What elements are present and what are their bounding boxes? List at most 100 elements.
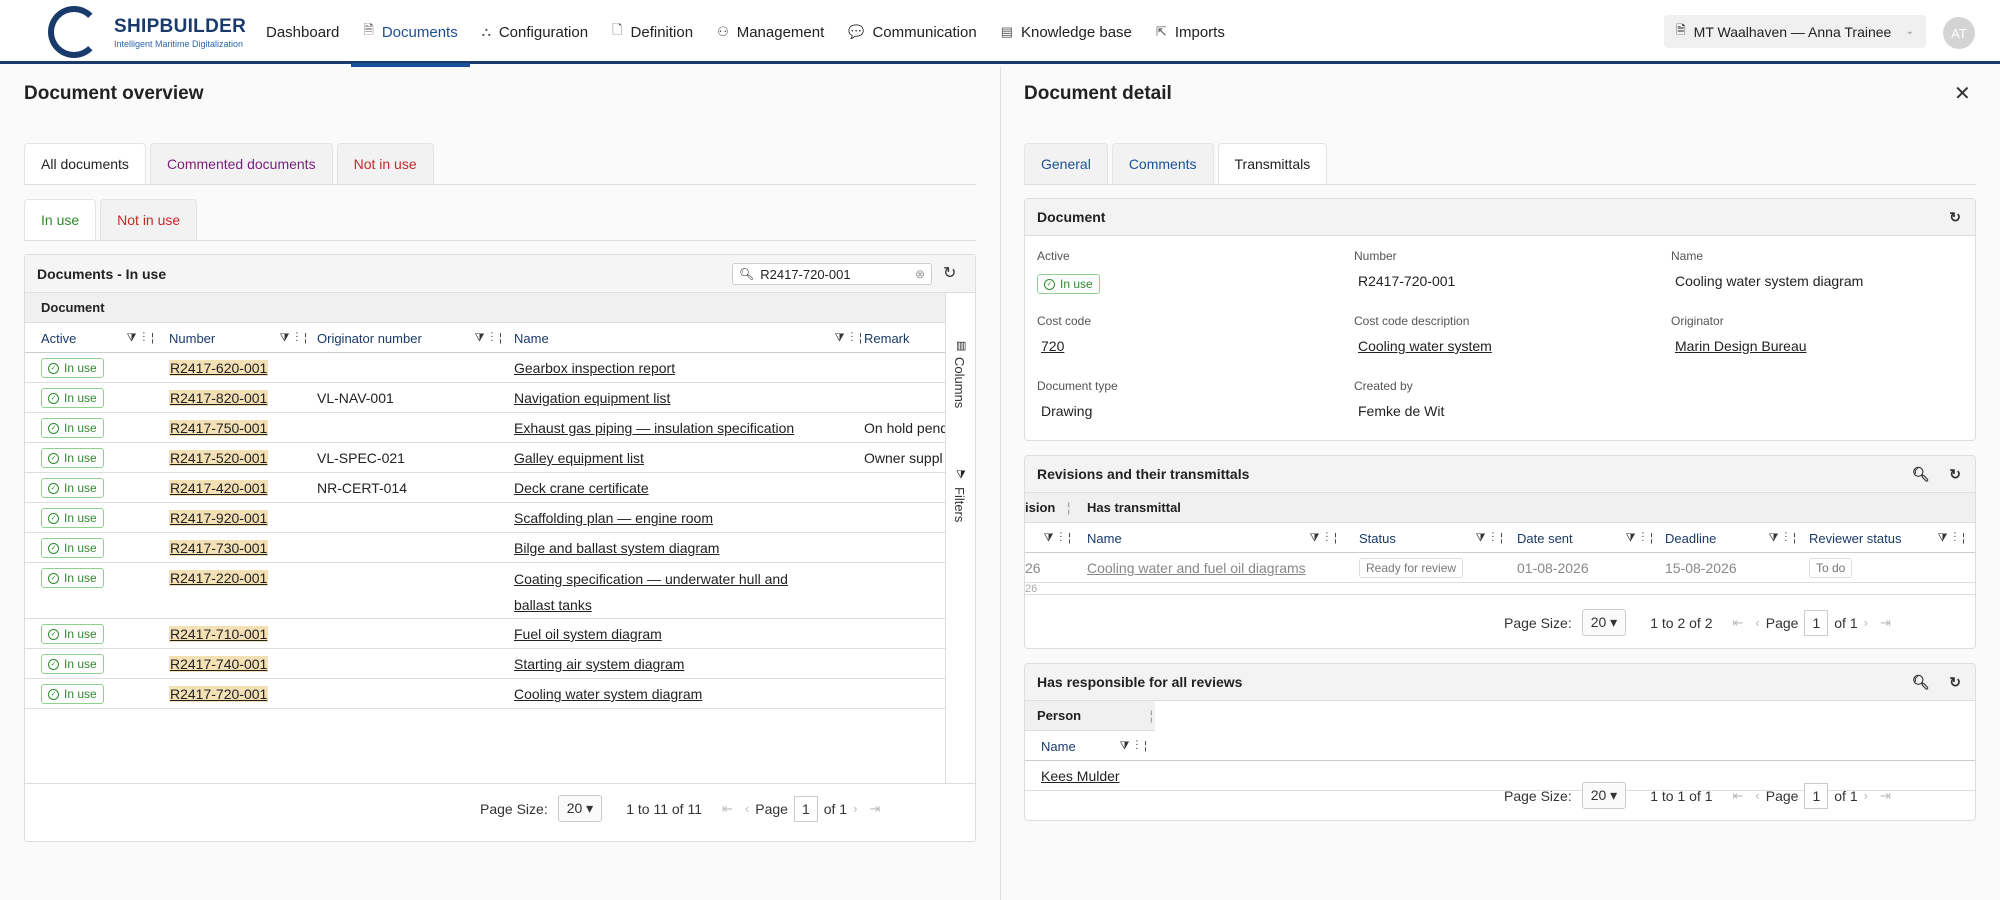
- cost-code-description-link[interactable]: Cooling water system: [1358, 338, 1492, 354]
- table-row[interactable]: ✓ In use R2417-620-001 Gearbox inspection r…: [25, 353, 945, 383]
- table-row[interactable]: ✓ In use R2417-710-001 Fuel oil system diag…: [25, 619, 945, 649]
- document-number-link[interactable]: R2417-750-001: [169, 420, 269, 436]
- tab-commented-documents[interactable]: Commented documents: [149, 143, 333, 184]
- next-page-icon[interactable]: ›: [1864, 615, 1868, 630]
- nav-imports[interactable]: ⇱ Imports: [1144, 0, 1237, 64]
- refresh-icon[interactable]: ↻: [1949, 674, 1961, 690]
- column-header-active[interactable]: Active ⧩⋮¦: [41, 323, 166, 353]
- document-number-link[interactable]: R2417-420-001: [169, 480, 269, 496]
- filter-menu-icons[interactable]: ⧩⋮¦: [835, 332, 868, 345]
- page-number-input[interactable]: 1: [1804, 609, 1829, 636]
- ship-selector[interactable]: 🗎 MT Waalhaven — Anna Trainee ⌄: [1664, 15, 1926, 48]
- table-row[interactable]: ✓ In use R2417-220-001 Coating specificatio…: [25, 563, 945, 619]
- next-page-icon[interactable]: ›: [1864, 788, 1868, 803]
- tab-transmittals[interactable]: Transmittals: [1217, 143, 1328, 184]
- column-header-name[interactable]: Name ⧩⋮¦: [1041, 731, 1155, 761]
- search-icon[interactable]: 🔍︎: [1912, 674, 1930, 690]
- nav-configuration[interactable]: ⛬ Configuration: [470, 0, 600, 64]
- filter-menu-icons[interactable]: ⧩⋮¦: [1938, 532, 1971, 545]
- nav-knowledge-base[interactable]: ▤ Knowledge base: [989, 0, 1144, 64]
- first-page-icon[interactable]: ⇤: [1733, 615, 1744, 631]
- filter-menu-icons[interactable]: ⧩⋮¦: [1626, 532, 1659, 545]
- column-header-remark[interactable]: Remark: [864, 323, 944, 353]
- table-row[interactable]: ✓ In use R2417-740-001 Starting air system …: [25, 649, 945, 679]
- document-name-link[interactable]: Scaffolding plan — engine room: [514, 510, 713, 526]
- subtab-in-use[interactable]: In use: [24, 199, 97, 240]
- filter-menu-icons[interactable]: ⧩⋮¦: [1120, 740, 1153, 753]
- shipbuilder-logo[interactable]: SHIPBUILDER Intelligent Maritime Digital…: [48, 6, 248, 58]
- document-number-link[interactable]: R2417-220-001: [169, 570, 269, 586]
- transmittal-link[interactable]: Cooling water and fuel oil diagrams: [1087, 560, 1306, 576]
- document-number-link[interactable]: R2417-820-001: [169, 390, 269, 406]
- last-page-icon[interactable]: ⇥: [869, 801, 880, 817]
- document-name-link[interactable]: Exhaust gas piping — insulation specific…: [514, 420, 794, 436]
- document-number-link[interactable]: R2417-710-001: [169, 626, 269, 642]
- close-icon[interactable]: ✕: [1954, 81, 1971, 106]
- next-page-icon[interactable]: ›: [853, 801, 857, 816]
- column-header-reviewer-status[interactable]: Reviewer status ⧩⋮¦: [1809, 523, 1975, 553]
- page-size-select[interactable]: 20 ▾: [1581, 782, 1627, 809]
- prev-page-icon[interactable]: ‹: [1755, 788, 1759, 803]
- tab-comments[interactable]: Comments: [1111, 143, 1214, 184]
- document-name-link[interactable]: Starting air system diagram: [514, 656, 684, 672]
- table-row[interactable]: ✓ In use R2417-720-001 Cooling water system…: [25, 679, 945, 709]
- document-name-link[interactable]: Fuel oil system diagram: [514, 626, 662, 642]
- column-header-status[interactable]: Status ⧩⋮¦: [1359, 523, 1515, 553]
- document-name-link[interactable]: Cooling water system diagram: [514, 686, 702, 702]
- refresh-icon[interactable]: ↻: [943, 263, 956, 283]
- document-name-link[interactable]: Deck crane certificate: [514, 480, 649, 496]
- table-row[interactable]: ✓ In use R2417-520-001 VL-SPEC-021 Galley eq…: [25, 443, 945, 473]
- filter-menu-icons[interactable]: ⧩⋮¦: [280, 332, 313, 345]
- last-page-icon[interactable]: ⇥: [1880, 788, 1891, 804]
- filter-icon[interactable]: ⧩: [956, 469, 966, 482]
- column-header-deadline[interactable]: Deadline ⧩⋮¦: [1665, 523, 1808, 553]
- document-name-link[interactable]: Navigation equipment list: [514, 390, 670, 406]
- tab-general[interactable]: General: [1024, 143, 1108, 184]
- cost-code-link[interactable]: 720: [1041, 338, 1091, 354]
- nav-communication[interactable]: 💬 Communication: [836, 0, 988, 64]
- filter-menu-icons[interactable]: ⧩⋮¦: [1769, 532, 1802, 545]
- document-number-link[interactable]: R2417-720-001: [169, 686, 269, 702]
- refresh-icon[interactable]: ↻: [1949, 466, 1961, 482]
- filter-menu-icons[interactable]: ⧩⋮¦: [1310, 532, 1343, 545]
- subtab-not-in-use[interactable]: Not in use: [100, 199, 198, 240]
- tab-all-documents[interactable]: All documents: [24, 143, 146, 184]
- filter-menu-icons[interactable]: ⧩⋮¦: [127, 332, 160, 345]
- first-page-icon[interactable]: ⇤: [722, 801, 733, 817]
- last-page-icon[interactable]: ⇥: [1880, 615, 1891, 631]
- clear-icon[interactable]: ⊗: [915, 267, 925, 281]
- table-row[interactable]: ✓ In use R2417-420-001 NR-CERT-014 Deck cran…: [25, 473, 945, 503]
- document-name-link[interactable]: Bilge and ballast system diagram: [514, 540, 719, 556]
- column-header-name[interactable]: Name ⧩⋮¦: [514, 323, 874, 353]
- tab-not-in-use[interactable]: Not in use: [336, 143, 434, 184]
- column-header-number[interactable]: Number ⧩⋮¦: [169, 323, 319, 353]
- table-row[interactable]: 26 Cooling water and fuel oil diagrams R…: [1025, 553, 1975, 583]
- document-name-link[interactable]: Coating specification — underwater hull …: [514, 566, 814, 618]
- document-number-link[interactable]: R2417-740-001: [169, 656, 269, 672]
- table-row[interactable]: ✓ In use R2417-730-001 Bilge and ballast sy…: [25, 533, 945, 563]
- page-number-input[interactable]: 1: [1804, 782, 1829, 809]
- document-name-link[interactable]: Galley equipment list: [514, 450, 644, 466]
- filter-menu-icons[interactable]: ⧩⋮¦: [1044, 532, 1077, 545]
- document-name-link[interactable]: Gearbox inspection report: [514, 360, 675, 376]
- prev-page-icon[interactable]: ‹: [1755, 615, 1759, 630]
- column-header-originator-number[interactable]: Originator number ⧩⋮¦: [317, 323, 514, 353]
- page-size-select[interactable]: 20 ▾: [557, 795, 603, 822]
- document-number-link[interactable]: R2417-520-001: [169, 450, 269, 466]
- nav-management[interactable]: ⚇ Management: [705, 0, 836, 64]
- nav-dashboard[interactable]: Dashboard: [254, 0, 351, 64]
- table-row[interactable]: ✓ In use R2417-920-001 Scaffolding plan — e…: [25, 503, 945, 533]
- filter-menu-icons[interactable]: ⧩⋮¦: [1476, 532, 1509, 545]
- search-input[interactable]: 🔍︎ R2417-720-001 ⊗: [732, 263, 932, 285]
- columns-panel-toggle[interactable]: Columns: [952, 357, 967, 408]
- first-page-icon[interactable]: ⇤: [1733, 788, 1744, 804]
- page-size-select[interactable]: 20 ▾: [1581, 609, 1627, 636]
- filter-menu-icons[interactable]: ⧩⋮¦: [475, 332, 508, 345]
- document-number-link[interactable]: R2417-920-001: [169, 510, 269, 526]
- column-header-truncated[interactable]: ⧩⋮¦: [1025, 523, 1085, 553]
- filters-panel-toggle[interactable]: Filters: [952, 487, 967, 522]
- prev-page-icon[interactable]: ‹: [745, 801, 749, 816]
- table-row[interactable]: ✓ In use R2417-750-001 Exhaust gas piping —…: [25, 413, 945, 443]
- refresh-icon[interactable]: ↻: [1949, 209, 1961, 226]
- originator-link[interactable]: Marin Design Bureau: [1675, 338, 1807, 354]
